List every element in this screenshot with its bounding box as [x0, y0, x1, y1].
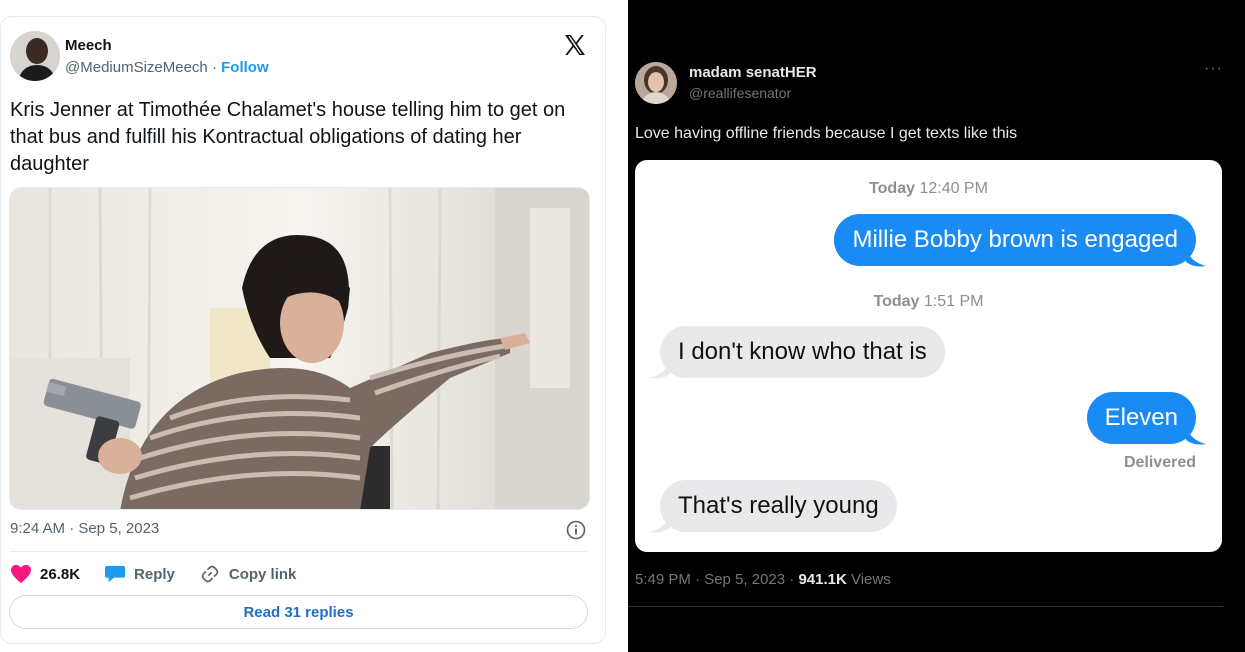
message-timestamp: Today 12:40 PM — [869, 180, 988, 197]
tweet-text: Kris Jenner at Timothée Chalamet's house… — [10, 99, 566, 175]
tweet-embed-card: Meech @MediumSizeMeech · Follow Kris Jen… — [0, 16, 606, 644]
separator: · — [207, 59, 222, 76]
tweet-timestamp[interactable]: 9:24 AM · Sep 5, 2023 — [10, 520, 159, 537]
tweet-timestamp[interactable]: 5:49 PM · Sep 5, 2023 · — [635, 571, 798, 588]
heart-icon — [11, 564, 31, 584]
bubble-tail — [650, 514, 670, 533]
bubble-tail — [1186, 426, 1206, 445]
delivered-status: Delivered — [1123, 454, 1196, 471]
incoming-message: That's really young — [660, 480, 897, 532]
bubble-tail — [650, 360, 670, 379]
message-timestamp: Today 1:51 PM — [873, 293, 984, 310]
reply-label: Reply — [134, 565, 175, 583]
author-name[interactable]: Meech — [65, 37, 112, 54]
views-count: 941.1K — [798, 571, 847, 588]
tweet-actions: 26.8K Reply Copy link — [10, 562, 320, 586]
divider — [628, 606, 1223, 607]
author-handle-line: @MediumSizeMeech · Follow — [65, 59, 269, 76]
incoming-message: I don't know who that is — [660, 326, 945, 378]
author-name[interactable]: madam senatHER — [689, 64, 817, 81]
info-icon[interactable] — [566, 520, 586, 540]
left-tweet-panel: Meech @MediumSizeMeech · Follow Kris Jen… — [0, 0, 628, 652]
copy-link-label: Copy link — [228, 565, 297, 583]
more-options-icon[interactable]: ··· — [1204, 60, 1223, 78]
reply-button[interactable]: Reply — [104, 564, 175, 584]
like-button[interactable]: 26.8K — [10, 564, 80, 584]
imessage-screenshot[interactable]: Today 12:40 PM Millie Bobby brown is eng… — [635, 160, 1222, 552]
reply-bubble-icon — [105, 565, 126, 583]
right-tweet-panel: madam senatHER @reallifesenator ··· Love… — [628, 0, 1245, 652]
page: Meech @MediumSizeMeech · Follow Kris Jen… — [0, 0, 1245, 652]
copy-link-button[interactable]: Copy link — [199, 564, 297, 584]
bubble-tail — [1186, 248, 1206, 267]
link-icon — [201, 565, 219, 583]
like-count: 26.8K — [40, 565, 81, 583]
divider — [10, 551, 587, 552]
read-replies-button[interactable]: Read 31 replies — [9, 595, 588, 629]
author-handle[interactable]: @MediumSizeMeech — [65, 59, 208, 76]
avatar[interactable] — [10, 31, 60, 81]
tweet-photo[interactable] — [9, 187, 590, 510]
avatar[interactable] — [635, 62, 677, 104]
views-label: Views — [846, 571, 891, 588]
tweet-text: Love having offline friends because I ge… — [635, 125, 1018, 142]
author-handle[interactable]: @reallifesenator — [689, 85, 791, 101]
follow-button[interactable]: Follow — [221, 59, 269, 76]
outgoing-message: Millie Bobby brown is engaged — [834, 214, 1196, 266]
x-logo-icon[interactable] — [563, 33, 587, 57]
tweet-meta: 5:49 PM · Sep 5, 2023 · 941.1K Views — [635, 571, 891, 588]
outgoing-message: Eleven — [1086, 392, 1196, 444]
